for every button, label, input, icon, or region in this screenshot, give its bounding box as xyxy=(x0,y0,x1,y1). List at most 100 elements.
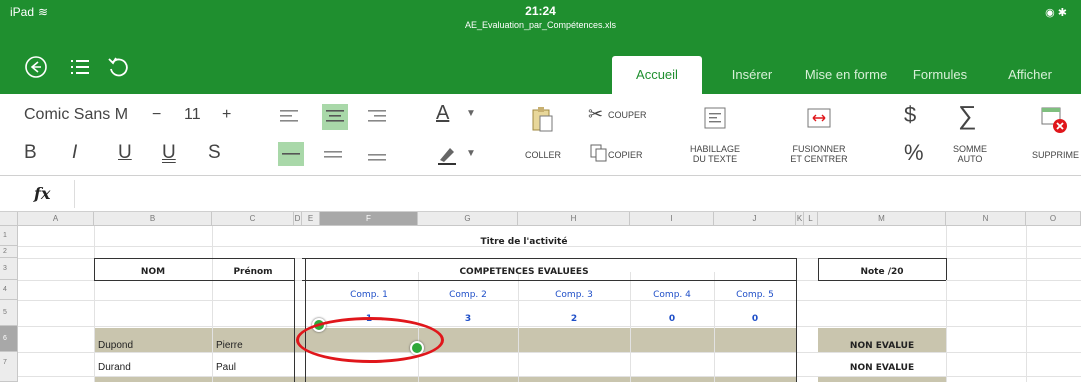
student-nom[interactable]: Dupond xyxy=(98,340,133,352)
clock: 21:24 xyxy=(525,4,556,18)
header-note[interactable]: Note /20 xyxy=(818,266,946,278)
font-decrease-button[interactable]: − xyxy=(152,106,161,124)
currency-button[interactable]: $ xyxy=(904,102,916,128)
column-header[interactable]: O xyxy=(1026,212,1081,226)
autosum-label-1[interactable]: SOMME xyxy=(944,144,996,154)
comp-header[interactable]: Comp. 4 xyxy=(630,289,714,301)
delete-cells-icon[interactable] xyxy=(1040,106,1068,134)
coef-cell[interactable]: 3 xyxy=(418,313,518,325)
highlight-color-icon[interactable] xyxy=(436,144,458,166)
comp-header[interactable]: Comp. 5 xyxy=(714,289,796,301)
valign-top-icon[interactable] xyxy=(322,144,344,166)
row-header-selected[interactable]: 6 xyxy=(0,326,18,352)
spreadsheet-grid[interactable]: A B C D E F G H I J K L M N O 1 2 3 4 5 … xyxy=(0,212,1081,382)
row-header[interactable]: 3 xyxy=(0,258,18,280)
column-header[interactable]: G xyxy=(418,212,518,226)
chevron-down-icon[interactable]: ▼ xyxy=(466,108,476,119)
valign-bottom-icon[interactable] xyxy=(366,144,388,166)
comp-header[interactable]: Comp. 2 xyxy=(418,289,518,301)
selected-row-band xyxy=(94,328,796,352)
delete-label[interactable]: SUPPRIME xyxy=(1032,150,1081,160)
tab-accueil[interactable]: Accueil xyxy=(612,56,702,94)
paste-button-label[interactable]: COLLER xyxy=(518,150,568,160)
corner-header[interactable] xyxy=(0,212,18,226)
column-header[interactable]: B xyxy=(94,212,212,226)
back-icon[interactable] xyxy=(22,55,50,83)
column-header[interactable]: H xyxy=(518,212,630,226)
column-header[interactable]: A xyxy=(18,212,94,226)
row-header[interactable]: 5 xyxy=(0,300,18,326)
merge-center-label-1[interactable]: FUSIONNER xyxy=(774,144,864,154)
merge-center-label-2[interactable]: ET CENTRER xyxy=(774,154,864,164)
align-center-icon[interactable] xyxy=(322,104,348,130)
column-header[interactable]: M xyxy=(818,212,946,226)
annotation-circle xyxy=(296,317,444,363)
list-icon[interactable] xyxy=(66,55,94,83)
row-header[interactable]: 2 xyxy=(0,246,18,258)
sum-icon[interactable]: ∑ xyxy=(958,100,977,131)
tab-afficher[interactable]: Afficher xyxy=(990,56,1070,94)
align-left-icon[interactable] xyxy=(278,106,300,128)
activity-title[interactable]: Titre de l'activité xyxy=(418,236,630,248)
column-header[interactable]: E xyxy=(302,212,320,226)
app-toolbar: Accueil Insérer Mise en forme Formules A… xyxy=(0,46,1081,94)
student-note[interactable]: NON EVALUE xyxy=(818,362,946,374)
coef-cell[interactable]: 2 xyxy=(518,313,630,325)
tab-inserer[interactable]: Insérer xyxy=(712,56,792,94)
valign-middle-icon[interactable] xyxy=(278,142,304,166)
tab-mise-en-forme[interactable]: Mise en forme xyxy=(796,56,896,94)
copy-button-label[interactable]: COPIER xyxy=(608,150,658,160)
student-prenom[interactable]: Paul xyxy=(216,362,236,374)
font-color-button[interactable]: A xyxy=(436,102,449,125)
column-header[interactable]: D xyxy=(294,212,302,226)
column-header[interactable]: I xyxy=(630,212,714,226)
column-header[interactable]: J xyxy=(714,212,796,226)
ribbon: Comic Sans M − 11 + B I U U S A ▼ ▼ COLL… xyxy=(0,94,1081,176)
column-header[interactable]: C xyxy=(212,212,294,226)
column-header-selected[interactable]: F xyxy=(320,212,418,226)
cut-button-label[interactable]: COUPER xyxy=(608,110,658,120)
italic-button[interactable]: I xyxy=(72,142,77,164)
battery-icon: ◉ ✱ xyxy=(1045,7,1067,19)
comp-header[interactable]: Comp. 1 xyxy=(320,289,418,301)
wrap-text-icon[interactable] xyxy=(703,106,727,130)
row-header[interactable]: 4 xyxy=(0,280,18,300)
row-header[interactable]: 1 xyxy=(0,226,18,246)
student-nom[interactable]: Durand xyxy=(98,362,131,374)
undo-icon[interactable] xyxy=(104,55,132,83)
coef-cell[interactable]: 0 xyxy=(714,313,796,325)
comp-header[interactable]: Comp. 3 xyxy=(518,289,630,301)
align-right-icon[interactable] xyxy=(366,106,388,128)
wrap-text-label-2[interactable]: DU TEXTE xyxy=(672,154,758,164)
header-competences[interactable]: COMPETENCES EVALUEES xyxy=(418,266,630,278)
document-title: AE_Evaluation_par_Compétences.xls xyxy=(464,20,617,30)
tab-formules[interactable]: Formules xyxy=(900,56,980,94)
scissors-icon[interactable]: ✂ xyxy=(588,104,603,125)
bold-button[interactable]: B xyxy=(24,142,37,164)
percent-button[interactable]: % xyxy=(904,140,924,166)
fx-label: fx xyxy=(34,184,51,203)
autosum-label-2[interactable]: AUTO xyxy=(944,154,996,164)
double-underline-button[interactable]: U xyxy=(162,142,176,164)
column-header[interactable]: N xyxy=(946,212,1026,226)
formula-input[interactable] xyxy=(74,180,1074,208)
chevron-down-icon[interactable]: ▼ xyxy=(466,148,476,159)
header-prenom[interactable]: Prénom xyxy=(212,266,294,278)
strike-button[interactable]: S xyxy=(208,142,221,164)
student-prenom[interactable]: Pierre xyxy=(216,340,243,352)
paste-icon[interactable] xyxy=(528,104,558,134)
column-header[interactable]: L xyxy=(804,212,818,226)
underline-button[interactable]: U xyxy=(118,142,132,164)
coef-cell[interactable]: 0 xyxy=(630,313,714,325)
copy-icon[interactable] xyxy=(588,142,610,164)
merge-center-icon[interactable] xyxy=(806,106,832,130)
wrap-text-label-1[interactable]: HABILLAGE xyxy=(672,144,758,154)
row-header[interactable]: 7 xyxy=(0,352,18,382)
student-note[interactable]: NON EVALUE xyxy=(818,340,946,352)
font-increase-button[interactable]: + xyxy=(222,106,231,124)
font-size-value[interactable]: 11 xyxy=(184,106,201,124)
formula-bar: fx xyxy=(0,176,1081,212)
column-header[interactable]: K xyxy=(796,212,804,226)
font-name-select[interactable]: Comic Sans M xyxy=(24,106,128,124)
header-nom[interactable]: NOM xyxy=(94,266,212,278)
